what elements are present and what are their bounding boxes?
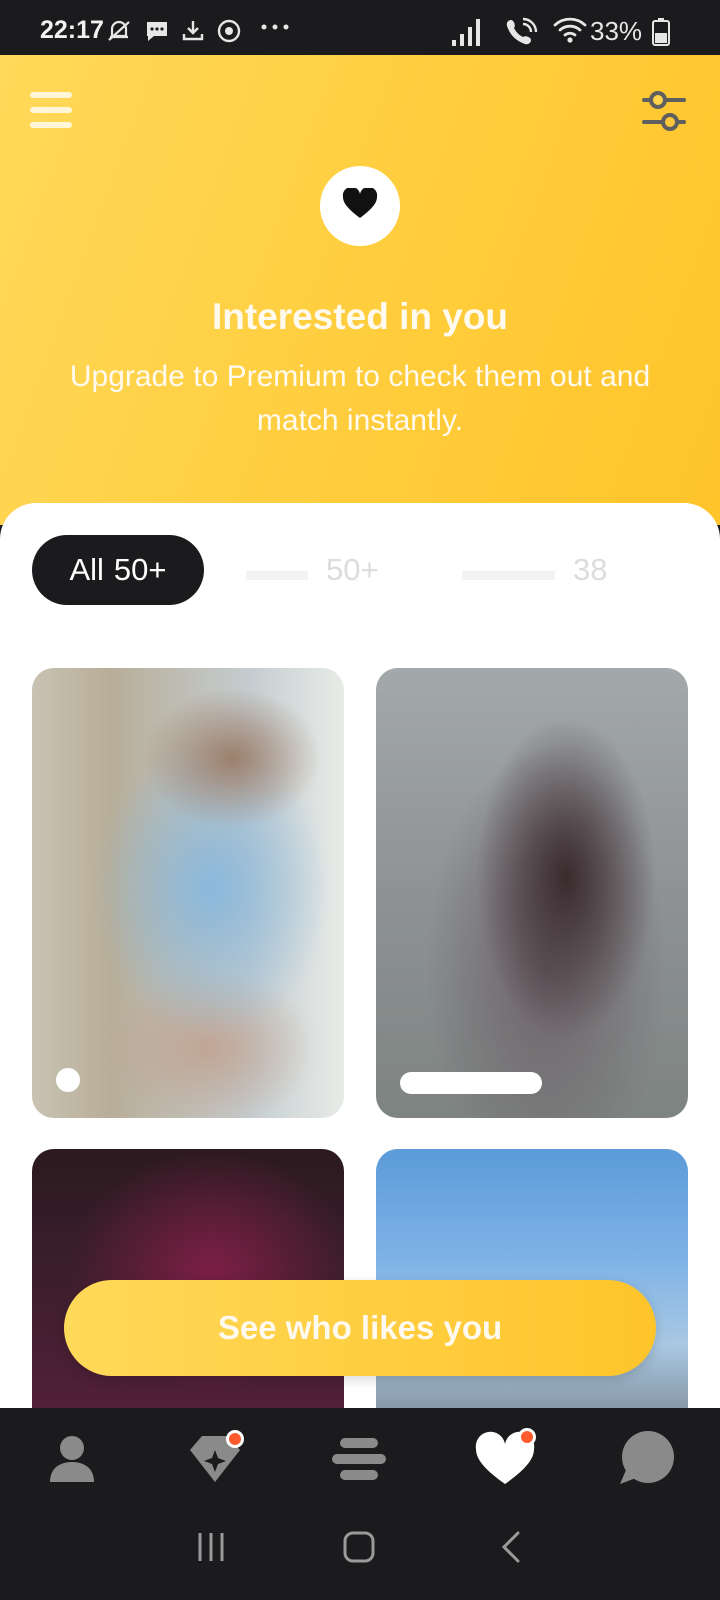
- tab-third[interactable]: ▬▬▬ 38: [462, 535, 607, 605]
- notification-badge: [518, 1428, 536, 1446]
- tab-count: 50+: [113, 552, 167, 587]
- premium-header: [0, 55, 720, 525]
- home-icon[interactable]: [342, 1530, 376, 1569]
- nav-discover[interactable]: [324, 1428, 394, 1492]
- name-placeholder: [400, 1072, 542, 1094]
- notification-badge: [226, 1430, 244, 1448]
- see-who-likes-you-button[interactable]: See who likes you: [64, 1280, 656, 1376]
- chrome-icon: [216, 18, 242, 49]
- message-icon: [144, 18, 170, 49]
- recent-apps-icon[interactable]: [194, 1530, 228, 1569]
- status-time: 22:17: [40, 16, 104, 44]
- more-dots-icon: [260, 20, 290, 39]
- online-dot: [56, 1068, 80, 1092]
- tab-label-blurred: ▬▬▬: [462, 552, 555, 587]
- likes-panel: All 50+ ▬▬ 50+ ▬▬▬ 38: [0, 503, 720, 1408]
- system-nav-bar: [0, 1508, 720, 1600]
- filter-tabs: All 50+ ▬▬ 50+ ▬▬▬ 38: [32, 535, 720, 605]
- discover-stack-icon: [324, 1438, 394, 1496]
- tab-count: 50+: [326, 552, 379, 587]
- blurred-profile-card[interactable]: [376, 668, 688, 1118]
- sparkle-diamond-icon: [180, 1436, 250, 1496]
- wifi-icon: [552, 14, 588, 51]
- tab-all[interactable]: All 50+: [32, 535, 204, 605]
- bottom-nav: [0, 1408, 720, 1508]
- page-subtitle: Upgrade to Premium to check them out and…: [69, 360, 651, 437]
- nav-likes[interactable]: [470, 1428, 540, 1492]
- wifi-calling-icon: [505, 14, 539, 53]
- tab-label-blurred: ▬▬: [246, 552, 308, 587]
- blurred-profile-card[interactable]: [32, 668, 344, 1118]
- download-icon: [180, 18, 206, 49]
- signal-icon: [450, 14, 484, 53]
- heart-icon: [470, 1431, 540, 1496]
- cta-label: See who likes you: [217, 1309, 503, 1346]
- tab-second[interactable]: ▬▬ 50+: [246, 535, 379, 605]
- tab-count: 38: [573, 552, 608, 587]
- nav-premium[interactable]: [180, 1428, 250, 1492]
- back-icon[interactable]: [496, 1530, 526, 1569]
- filter-settings-icon[interactable]: [640, 86, 688, 136]
- nav-profile[interactable]: [38, 1428, 108, 1492]
- chat-bubble-icon: [614, 1431, 684, 1496]
- hamburger-menu-icon[interactable]: [30, 92, 74, 132]
- nav-chats[interactable]: [614, 1428, 684, 1492]
- heart-icon: [342, 186, 378, 225]
- battery-percent: 33%: [590, 16, 643, 46]
- profile-icon: [38, 1436, 108, 1496]
- mute-bell-icon: [106, 18, 132, 49]
- tab-label: All: [69, 552, 104, 587]
- heart-badge: [320, 166, 400, 246]
- battery-icon: [652, 18, 670, 51]
- status-bar: 22:17 33%: [0, 0, 720, 55]
- page-title: Interested in you: [211, 296, 509, 337]
